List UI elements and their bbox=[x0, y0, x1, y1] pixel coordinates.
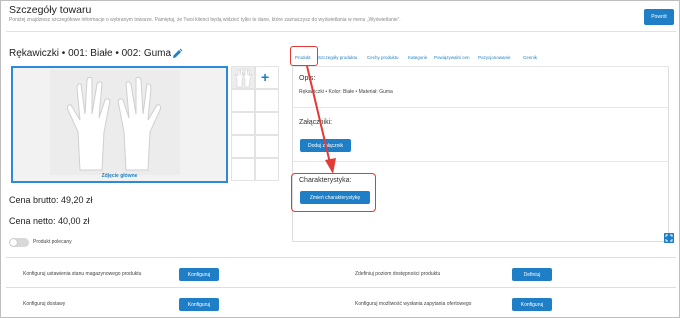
tab-cennik[interactable]: Cennik bbox=[523, 50, 537, 66]
fullscreen-icon[interactable] bbox=[664, 233, 674, 243]
attachments-label: Załączniki: bbox=[299, 119, 333, 126]
tab-kategorie[interactable]: Kategorie bbox=[408, 50, 427, 66]
photo-slot[interactable] bbox=[255, 158, 279, 181]
photo-slot[interactable] bbox=[231, 89, 255, 112]
toggle-knob bbox=[10, 239, 17, 246]
gloves-image bbox=[50, 70, 180, 175]
divider bbox=[6, 287, 676, 288]
recommended-toggle[interactable] bbox=[9, 238, 29, 247]
opis-label: Opis: bbox=[299, 75, 316, 82]
page-title: Szczegóły towaru bbox=[9, 4, 92, 16]
configure-stock-button[interactable]: Konfiguruj bbox=[179, 268, 219, 281]
thumbnail-grid: + bbox=[231, 66, 279, 183]
pencil-icon[interactable] bbox=[171, 48, 183, 60]
opis-text: Rękawiczki • Kolor: Białe • Materiał: Gu… bbox=[299, 89, 393, 95]
divider bbox=[6, 257, 676, 258]
tab-szczegoly[interactable]: Szczegóły produktu bbox=[318, 50, 357, 66]
config-row-inquiry-label: Konfiguruj możliwość wysłania zapytania … bbox=[355, 301, 472, 307]
plus-icon[interactable]: + bbox=[261, 70, 269, 84]
tab-underline bbox=[292, 66, 669, 67]
photo-slot[interactable] bbox=[255, 135, 279, 158]
config-row-delivery-label: Konfiguruj dostawy bbox=[23, 301, 66, 307]
divider bbox=[292, 161, 669, 162]
divider bbox=[6, 31, 676, 32]
add-attachment-button[interactable]: Dodaj załącznik bbox=[300, 139, 351, 152]
divider bbox=[292, 107, 669, 108]
photo-slot[interactable] bbox=[231, 158, 255, 181]
tab-powiazania-cen[interactable]: Powiązywalni cen bbox=[434, 50, 470, 66]
photo-slot[interactable] bbox=[255, 112, 279, 135]
configure-inquiry-button[interactable]: Konfiguruj bbox=[512, 298, 552, 311]
highlight-characteristics bbox=[291, 173, 376, 212]
highlight-tab-produkt bbox=[290, 46, 318, 66]
config-row-stock-label: Konfiguruj ustawienia stanu magazynowego… bbox=[23, 271, 142, 277]
thumbnail-gloves[interactable] bbox=[231, 66, 255, 89]
price-netto: Cena netto: 40,00 zł bbox=[9, 216, 90, 226]
price-brutto: Cena brutto: 49,20 zł bbox=[9, 195, 93, 205]
product-name: Rękawiczki • 001: Białe • 002: Guma bbox=[9, 48, 172, 59]
recommended-label: Produkt polecany bbox=[33, 239, 72, 245]
main-photo-label: Zdjęcie główne bbox=[101, 173, 138, 179]
photo-slot[interactable] bbox=[255, 89, 279, 112]
photo-slot[interactable] bbox=[231, 135, 255, 158]
tab-pozycjonowanie[interactable]: Pozycjonowanie bbox=[478, 50, 511, 66]
config-row-availability-label: Zdefiniuj poziom dostępności produktu bbox=[355, 271, 441, 277]
page-subtitle: Poniżej znajdziesz szczegółowe informacj… bbox=[9, 17, 401, 23]
configure-delivery-button[interactable]: Konfiguruj bbox=[179, 298, 219, 311]
photo-slot[interactable] bbox=[231, 112, 255, 135]
add-photo-slot[interactable]: + bbox=[255, 66, 279, 89]
define-availability-button[interactable]: Definiuj bbox=[512, 268, 552, 281]
back-button[interactable]: Powrót bbox=[644, 9, 674, 25]
main-photo[interactable]: Zdjęcie główne bbox=[11, 66, 228, 183]
tab-cechy[interactable]: Cechy produktu bbox=[367, 50, 399, 66]
